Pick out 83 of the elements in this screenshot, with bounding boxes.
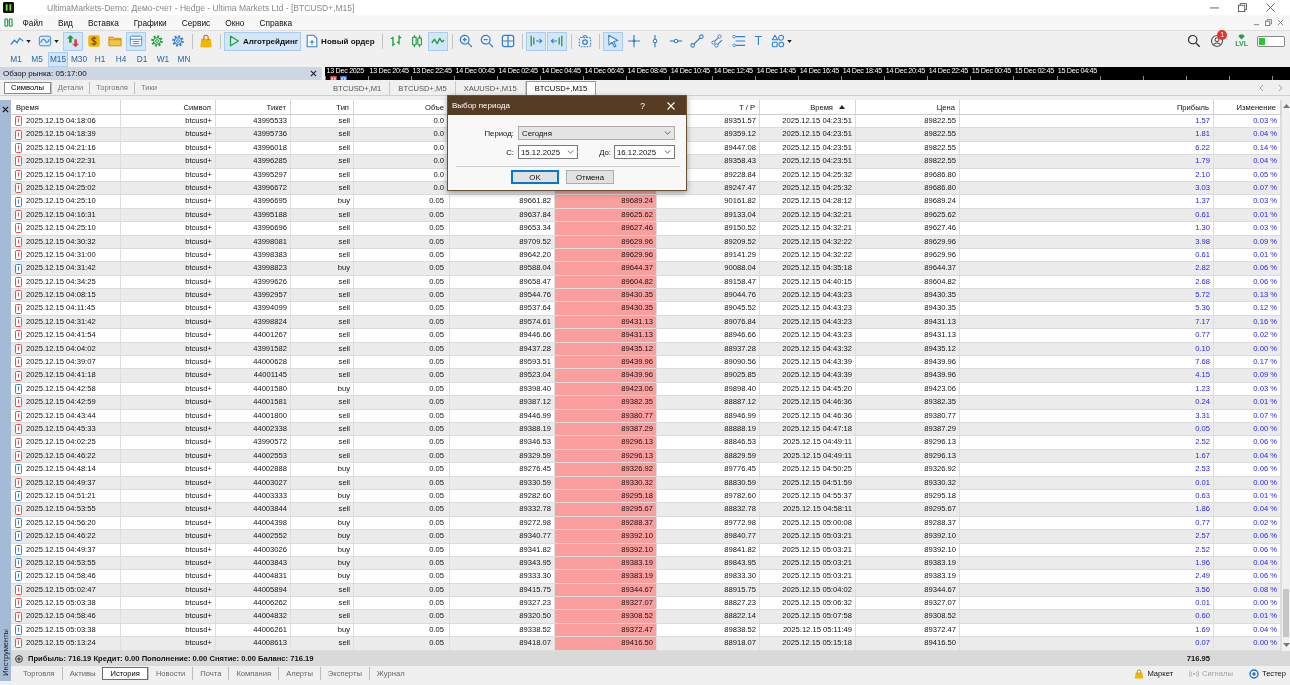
crosshair-icon xyxy=(626,34,641,48)
candles-icon xyxy=(4,17,13,28)
diamond-icon[interactable] xyxy=(1238,34,1246,40)
toolbar-button[interactable] xyxy=(602,31,623,51)
timeframe-button[interactable]: H1 xyxy=(90,51,110,67)
broadcast-icon xyxy=(1189,668,1200,679)
new-document-icon xyxy=(305,34,320,48)
timeframe-button[interactable]: M1 xyxy=(6,51,26,67)
caret-icon xyxy=(787,39,792,43)
shopping-bag-icon xyxy=(199,34,213,48)
zoom-out-icon xyxy=(479,34,494,48)
sort-ascending-icon xyxy=(839,105,845,109)
restore-icon[interactable] xyxy=(1238,3,1247,12)
scroll-up-icon[interactable] xyxy=(1282,104,1290,108)
chevron-down-icon xyxy=(664,150,671,154)
horizontal-lines-icon xyxy=(731,34,746,48)
menu-item[interactable]: Вид xyxy=(50,17,81,28)
panel-icon xyxy=(129,34,143,48)
dialog-title: Выбор периода xyxy=(452,101,510,110)
parallel-lines-icon xyxy=(710,34,725,48)
close-icon[interactable] xyxy=(310,70,317,77)
toolbar-button[interactable]: Новый ордер xyxy=(302,31,378,51)
chart-window-icon xyxy=(38,34,52,48)
timeframe-button[interactable]: H4 xyxy=(111,51,131,67)
grid-icon xyxy=(500,34,515,48)
toolbar-button[interactable]: T xyxy=(749,31,767,51)
scroll-down-icon[interactable] xyxy=(1282,643,1290,647)
scroll-end-icon xyxy=(528,34,543,48)
play-icon xyxy=(227,34,241,48)
caret-icon xyxy=(54,39,59,43)
app-logo-icon xyxy=(3,2,14,13)
window-title: UltimaMarkets-Demo: Демо-счет - Hedge - Ultima Markets Ltd - [BTCUSD+,M15] xyxy=(47,2,355,13)
menu-item[interactable]: Графики xyxy=(126,17,175,28)
calendar-icon xyxy=(330,75,337,80)
timeframe-button[interactable]: W1 xyxy=(153,51,173,67)
menu-item[interactable]: Сервис xyxy=(174,17,218,28)
plus-circle-icon[interactable] xyxy=(15,654,23,663)
close-icon[interactable] xyxy=(2,106,9,113)
toolbar-button[interactable]: Алготрейдинг xyxy=(224,31,302,51)
menu-item[interactable]: Вставка xyxy=(80,17,127,28)
chevron-down-icon xyxy=(664,131,671,135)
timeframe-button[interactable]: M5 xyxy=(27,51,47,67)
ring-icon xyxy=(1248,668,1259,679)
camera-icon xyxy=(577,34,592,48)
signal-bar-icon xyxy=(1257,35,1285,47)
menu-item[interactable]: Окно xyxy=(217,17,252,28)
shopping-bag-icon xyxy=(1134,668,1145,679)
close-icon[interactable] xyxy=(1266,3,1275,12)
trend-line-icon xyxy=(689,34,704,48)
chart-shift-icon xyxy=(549,34,564,48)
toolbar-button[interactable] xyxy=(63,31,83,51)
dollar-icon xyxy=(87,34,101,48)
toolbar-button[interactable] xyxy=(126,31,146,51)
candlestick-icon xyxy=(409,34,424,48)
zoom-in-icon xyxy=(458,34,473,48)
panel-title: Обзор рынка: 05:17:00 xyxy=(3,69,87,78)
timeframe-button[interactable]: M15 xyxy=(48,51,68,67)
scrollbar[interactable] xyxy=(1281,100,1290,651)
up-down-arrows-icon xyxy=(66,34,80,48)
toolbar-button[interactable] xyxy=(546,31,567,51)
toolbar-button[interactable] xyxy=(525,31,546,51)
calendar-icon xyxy=(340,75,347,80)
account-icon[interactable] xyxy=(1210,34,1225,48)
help-button[interactable]: ? xyxy=(640,100,645,111)
shapes-icon xyxy=(771,34,785,48)
chevron-right-icon[interactable] xyxy=(1278,84,1283,92)
timeframe-button[interactable]: M30 xyxy=(69,51,89,67)
folder-icon xyxy=(108,34,122,48)
cursor-icon xyxy=(605,34,620,48)
timeframe-button[interactable]: MN xyxy=(174,51,194,67)
restore-icon[interactable] xyxy=(1265,19,1272,26)
timeframe-button[interactable]: D1 xyxy=(132,51,152,67)
gear-icon xyxy=(150,34,164,48)
toolbar-button[interactable] xyxy=(427,31,448,51)
chevron-down-icon xyxy=(567,150,574,154)
gear-icon xyxy=(171,34,185,48)
line-chart-icon xyxy=(10,34,24,48)
bar-chart-icon xyxy=(388,34,403,48)
chevron-left-icon[interactable] xyxy=(1259,84,1264,92)
menu-item[interactable]: Файл xyxy=(15,17,51,28)
menu-item[interactable]: Справка xyxy=(251,17,300,28)
search-icon[interactable] xyxy=(1187,34,1202,48)
caret-icon xyxy=(26,39,31,43)
